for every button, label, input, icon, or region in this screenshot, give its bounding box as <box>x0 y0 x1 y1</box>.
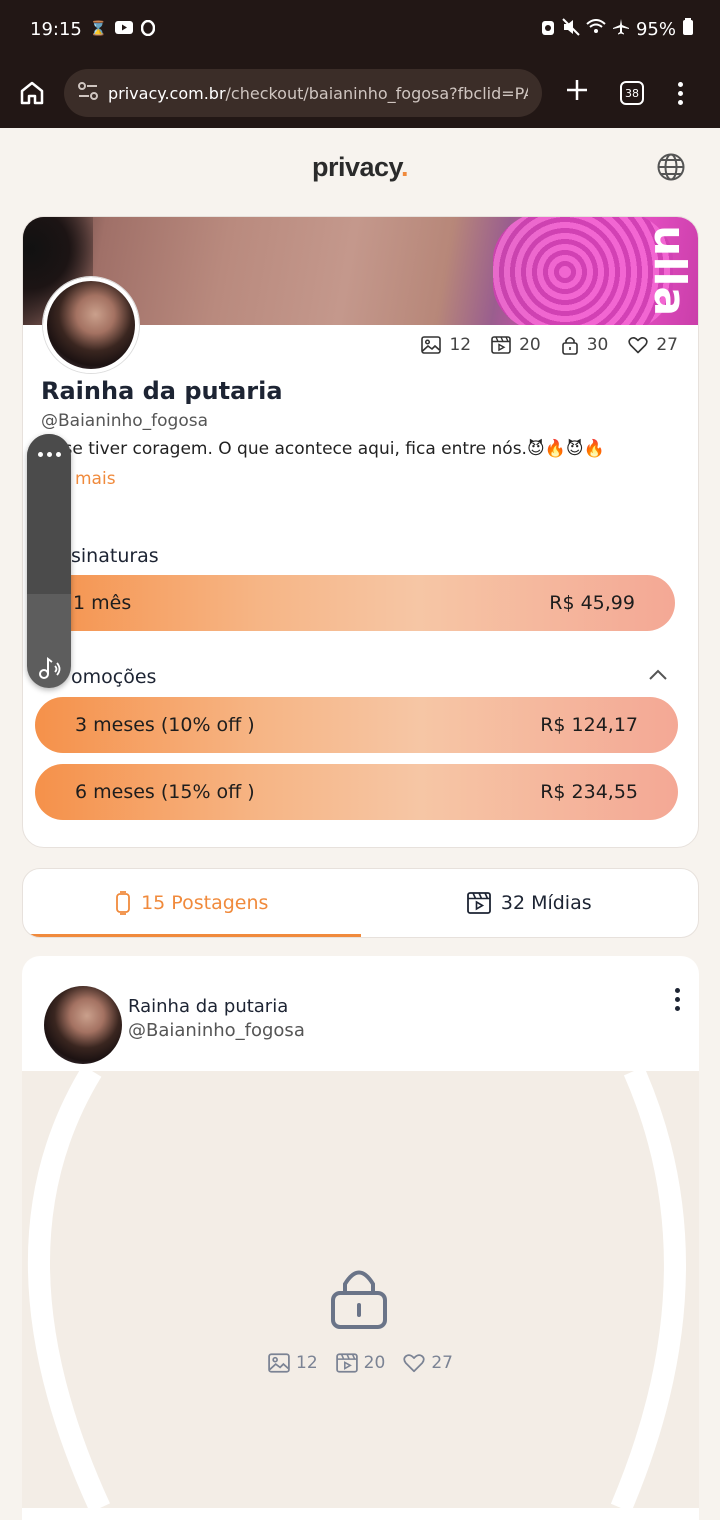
locked-stat-images: 12 <box>268 1353 318 1373</box>
stat-videos-count: 20 <box>519 335 541 355</box>
browser-menu-button[interactable] <box>678 81 684 105</box>
media-icon <box>466 892 491 914</box>
tab-media-label: 32 Mídias <box>500 892 592 914</box>
status-left: 19:15 ⌛ <box>30 18 156 40</box>
promotions-title: omoções <box>71 666 157 688</box>
site-header: privacy. <box>0 128 720 206</box>
stat-locked-count: 30 <box>586 335 609 355</box>
browser-toolbar: privacy.com.br/checkout/baianinho_fogosa… <box>0 58 720 128</box>
site-settings-icon[interactable] <box>78 82 98 104</box>
stat-images: 12 <box>421 335 471 355</box>
image-icon <box>268 1353 290 1373</box>
profile-handle: @Baianinho_fogosa <box>41 411 209 431</box>
status-bar: 19:15 ⌛ 95% <box>0 0 720 58</box>
wifi-icon <box>586 18 606 40</box>
privacy-logo[interactable]: privacy. <box>311 151 409 183</box>
locked-images-count: 12 <box>296 1353 318 1373</box>
profile-bio: re se tiver coragem. O que acontece aqui… <box>41 439 605 459</box>
plan-6-months-button[interactable]: 6 meses (15% off ) R$ 234,55 <box>35 764 678 820</box>
profile-card: ulla 12 20 30 27 Rainha da putaria @Baia… <box>22 216 699 848</box>
locked-media[interactable]: 12 20 27 <box>22 1071 699 1508</box>
post-options-button[interactable] <box>675 988 681 1011</box>
url-text: privacy.com.br/checkout/baianinho_fogosa… <box>108 84 528 103</box>
plan-3-months-button[interactable]: 3 meses (10% off ) R$ 124,17 <box>35 697 678 753</box>
plan-price: R$ 124,17 <box>540 714 638 736</box>
lock-icon <box>561 336 578 355</box>
new-tab-button[interactable] <box>560 76 594 110</box>
logo-text: privacy <box>311 151 402 182</box>
opera-icon <box>141 19 156 39</box>
mute-icon <box>562 17 580 41</box>
plan-price: R$ 234,55 <box>540 781 638 803</box>
status-time: 19:15 <box>30 18 82 40</box>
heart-icon <box>628 337 649 354</box>
stat-videos: 20 <box>491 335 541 355</box>
locked-videos-count: 20 <box>363 1353 386 1373</box>
stat-images-count: 12 <box>449 335 472 355</box>
heart-icon <box>403 1354 425 1373</box>
plan-label: 1 mês <box>73 592 132 614</box>
post-avatar[interactable] <box>44 986 122 1064</box>
alarm-icon <box>540 18 556 41</box>
active-tab-indicator <box>23 934 361 937</box>
post-card: Rainha da putaria @Baianinho_fogosa 12 2… <box>22 956 699 1520</box>
home-button[interactable] <box>14 75 50 111</box>
locked-stat-videos: 20 <box>335 1353 386 1373</box>
battery-level: 95% <box>635 18 676 40</box>
music-note-icon[interactable] <box>35 654 63 682</box>
post-author[interactable]: Rainha da putaria <box>128 996 288 1017</box>
tab-media[interactable]: 32 Mídias <box>361 869 699 937</box>
home-icon <box>20 81 44 105</box>
video-icon <box>491 336 511 354</box>
stat-likes: 27 <box>628 335 678 355</box>
see-more-link[interactable]: mais <box>75 469 116 489</box>
profile-avatar[interactable] <box>43 277 139 373</box>
panel-menu-button[interactable] <box>38 452 61 457</box>
lock-icon <box>331 1270 387 1329</box>
profile-name: Rainha da putaria <box>41 377 283 405</box>
logo-dot: . <box>401 151 409 182</box>
profile-stats: 12 20 30 27 <box>421 335 678 355</box>
video-icon <box>335 1353 358 1373</box>
status-right: 95% <box>540 17 694 41</box>
plan-label: 6 meses (15% off ) <box>75 781 255 803</box>
locked-stats: 12 20 27 <box>22 1353 699 1373</box>
stat-likes-count: 27 <box>656 335 678 355</box>
language-button[interactable] <box>656 152 686 182</box>
banner-text: ulla <box>644 225 695 317</box>
url-host: privacy.com.br <box>108 83 226 103</box>
url-path: /checkout/baianinho_fogosa?fbclid=PAZXh0… <box>225 83 528 103</box>
content-tabs: 15 Postagens 32 Mídias <box>22 868 699 938</box>
locked-stat-likes: 27 <box>403 1353 453 1373</box>
locked-likes-count: 27 <box>431 1353 453 1373</box>
address-bar[interactable]: privacy.com.br/checkout/baianinho_fogosa… <box>64 69 542 117</box>
airplane-icon <box>612 18 630 41</box>
tab-posts[interactable]: 15 Postagens <box>23 869 361 937</box>
plan-price: R$ 45,99 <box>549 592 635 614</box>
floating-media-panel[interactable] <box>27 434 71 688</box>
subscriptions-title: sinaturas <box>71 545 159 567</box>
image-icon <box>421 336 442 354</box>
tab-posts-label: 15 Postagens <box>141 892 269 914</box>
plan-1-month-button[interactable]: 1 mês R$ 45,99 <box>33 575 675 631</box>
battery-icon <box>682 17 694 41</box>
posts-icon <box>116 891 130 915</box>
plan-label: 3 meses (10% off ) <box>75 714 255 736</box>
globe-icon <box>657 153 685 181</box>
chevron-up-icon[interactable] <box>648 669 668 681</box>
youtube-icon <box>115 21 134 37</box>
post-handle: @Baianinho_fogosa <box>128 1020 305 1041</box>
stat-locked: 30 <box>561 335 609 355</box>
hourglass-icon: ⌛ <box>89 21 108 37</box>
plus-icon <box>567 80 587 100</box>
tab-switcher-button[interactable]: 38 <box>620 81 644 105</box>
